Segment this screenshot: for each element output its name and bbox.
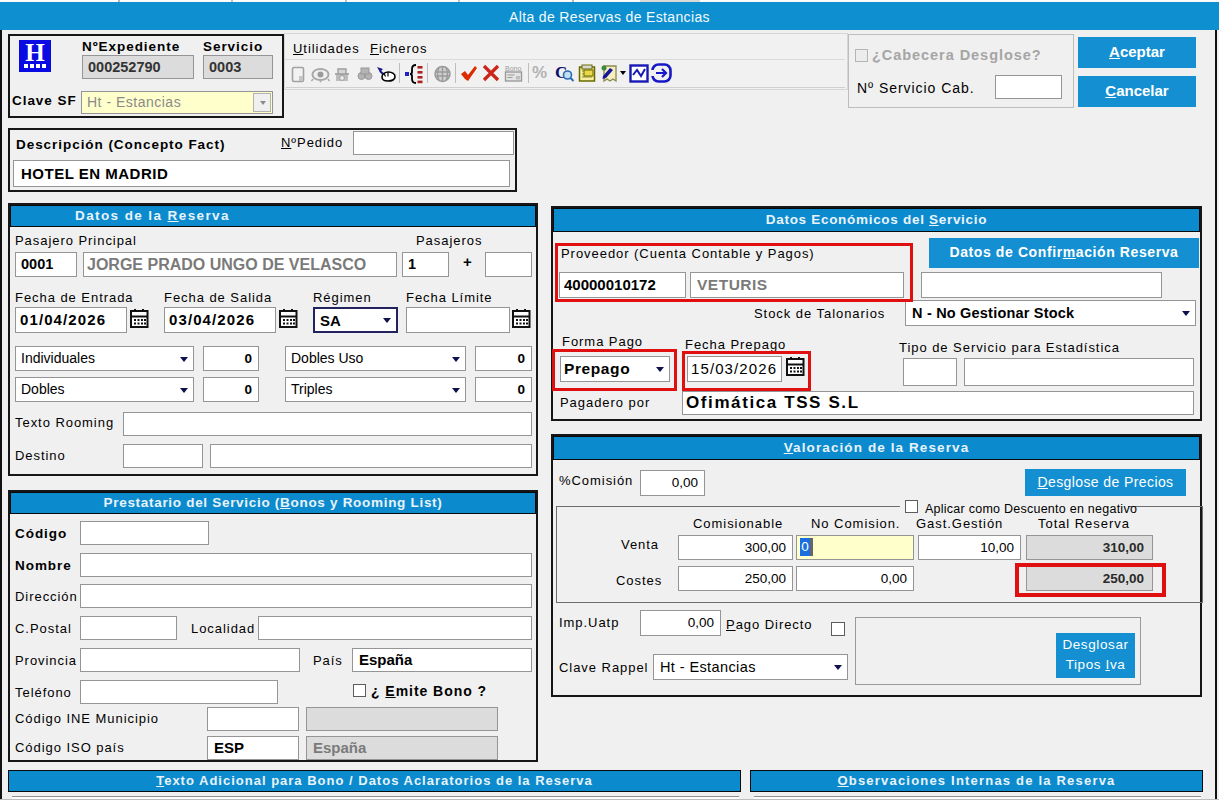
svg-text:Bono: Bono <box>505 65 521 72</box>
